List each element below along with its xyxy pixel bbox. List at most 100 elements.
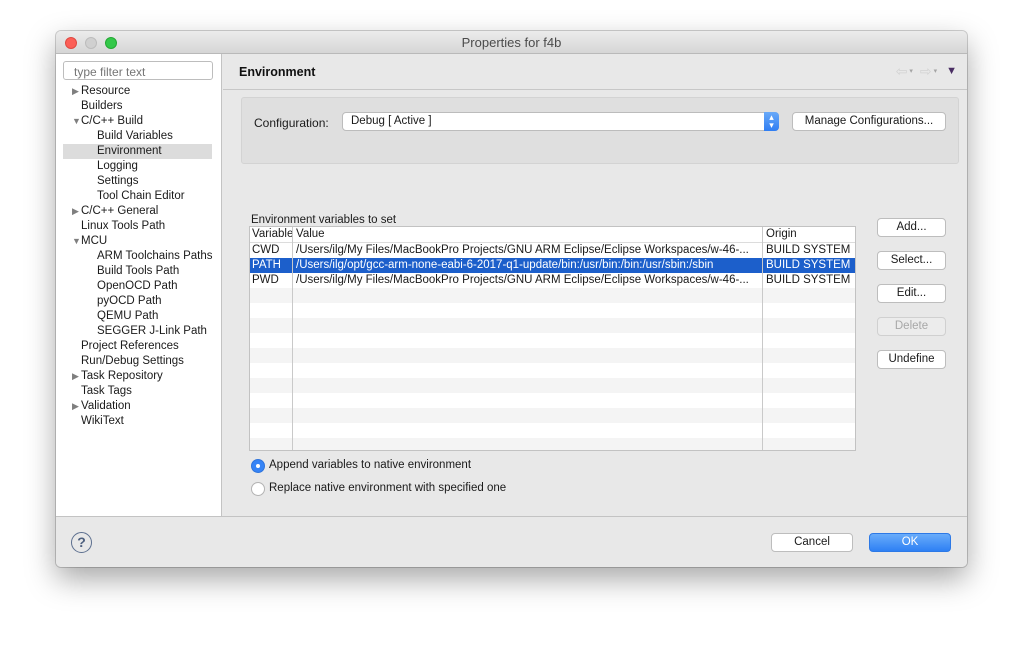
sidebar-item-label: QEMU Path (97, 310, 159, 322)
sidebar-item-label: OpenOCD Path (97, 280, 178, 292)
properties-dialog: Properties for f4b ▶ResourceBuilders▼C/C… (56, 31, 967, 567)
empty-table-row[interactable] (250, 378, 855, 393)
configuration-label: Configuration: (254, 116, 329, 130)
collapsed-triangle-icon[interactable]: ▶ (72, 369, 79, 384)
sidebar-item-build-variables[interactable]: Build Variables (56, 129, 221, 144)
replace-radio[interactable] (251, 482, 265, 496)
append-radio[interactable] (251, 459, 265, 473)
sidebar-item-label: WikiText (81, 415, 124, 427)
expanded-triangle-icon[interactable]: ▼ (72, 114, 81, 129)
sidebar-item-project-references[interactable]: Project References (56, 339, 221, 354)
sidebar-item-builders[interactable]: Builders (56, 99, 221, 114)
sidebar-item-logging[interactable]: Logging (56, 159, 221, 174)
sidebar-item-arm-toolchains-paths[interactable]: ARM Toolchains Paths (56, 249, 221, 264)
sidebar-item-label: MCU (81, 235, 108, 247)
table-row[interactable]: PWD/Users/ilg/My Files/MacBookPro Projec… (250, 273, 855, 288)
empty-table-row[interactable] (250, 363, 855, 378)
dialog-footer: ? Cancel OK (56, 516, 967, 567)
sidebar-item-run-debug-settings[interactable]: Run/Debug Settings (56, 354, 221, 369)
configuration-panel: Configuration: Debug [ Active ] ▴ ▾ Manag… (241, 97, 959, 164)
sidebar-item-label: pyOCD Path (97, 295, 162, 307)
configuration-selected-value: Debug [ Active ] (351, 115, 432, 127)
empty-table-row[interactable] (250, 393, 855, 408)
sidebar-item-label: Task Tags (81, 385, 132, 397)
empty-table-row[interactable] (250, 408, 855, 423)
sidebar-item-task-tags[interactable]: Task Tags (56, 384, 221, 399)
collapsed-triangle-icon[interactable]: ▶ (72, 399, 79, 414)
page-title: Environment (239, 65, 316, 79)
sidebar-item-linux-tools-path[interactable]: Linux Tools Path (56, 219, 221, 234)
filter-input[interactable] (63, 61, 213, 80)
sidebar-item-c-c-build[interactable]: ▼ C/C++ Build (56, 114, 221, 129)
cell-variable: PATH (252, 259, 281, 271)
sidebar-item-wikitext[interactable]: WikiText (56, 414, 221, 429)
empty-table-row[interactable] (250, 318, 855, 333)
cell-value: /Users/ilg/My Files/MacBookPro Projects/… (296, 244, 749, 256)
cell-variable: CWD (252, 244, 280, 256)
empty-table-row[interactable] (250, 288, 855, 303)
sidebar-item-label: Logging (97, 160, 138, 172)
help-icon[interactable]: ? (71, 532, 92, 553)
cancel-button[interactable]: Cancel (771, 533, 853, 552)
sidebar-item-settings[interactable]: Settings (56, 174, 221, 189)
sidebar-item-label: Builders (81, 100, 123, 112)
sidebar-item-label: Tool Chain Editor (97, 190, 185, 202)
sidebar-item-label: Build Tools Path (97, 265, 180, 277)
sidebar-item-tool-chain-editor[interactable]: Tool Chain Editor (56, 189, 221, 204)
empty-table-row[interactable] (250, 303, 855, 318)
back-dropdown-icon[interactable]: ▾ (909, 67, 913, 75)
table-row[interactable]: PATH/Users/ilg/opt/gcc-arm-none-eabi-6-2… (250, 258, 855, 273)
empty-table-row[interactable] (250, 423, 855, 438)
sidebar-item-pyocd-path[interactable]: pyOCD Path (56, 294, 221, 309)
view-menu-icon[interactable]: ▼ (946, 65, 957, 77)
sidebar-item-label: Build Variables (97, 130, 173, 142)
configuration-select[interactable]: Debug [ Active ] ▴ ▾ (342, 112, 779, 131)
edit-button[interactable]: Edit... (877, 284, 946, 303)
sidebar-item-label: Task Repository (81, 370, 163, 382)
empty-table-row[interactable] (250, 348, 855, 363)
sidebar-item-build-tools-path[interactable]: Build Tools Path (56, 264, 221, 279)
ok-button[interactable]: OK (869, 533, 951, 552)
delete-button[interactable]: Delete (877, 317, 946, 336)
select-arrows-icon[interactable]: ▴ ▾ (764, 112, 779, 131)
forward-arrow-icon[interactable]: ⇨ (920, 64, 932, 78)
sidebar-item-environment[interactable]: Environment (63, 144, 212, 159)
table-header: Variable Value Origin (250, 227, 855, 243)
title-bar[interactable]: Properties for f4b (56, 31, 967, 54)
select-button[interactable]: Select... (877, 251, 946, 270)
window-title: Properties for f4b (461, 35, 562, 50)
cell-value: /Users/ilg/opt/gcc-arm-none-eabi-6-2017-… (296, 259, 714, 271)
append-label: Append variables to native environment (269, 459, 472, 471)
sidebar-item-mcu[interactable]: ▼ MCU (56, 234, 221, 249)
sidebar-item-label: C/C++ General (81, 205, 159, 217)
forward-dropdown-icon[interactable]: ▾ (934, 67, 938, 75)
back-arrow-icon[interactable]: ⇦ (896, 64, 908, 78)
expanded-triangle-icon[interactable]: ▼ (72, 234, 81, 249)
sidebar-item-qemu-path[interactable]: QEMU Path (56, 309, 221, 324)
sidebar-item-label: SEGGER J-Link Path (97, 325, 207, 337)
collapsed-triangle-icon[interactable]: ▶ (72, 204, 79, 219)
undefine-button[interactable]: Undefine (877, 350, 946, 369)
sidebar-item-c-c-general[interactable]: ▶ C/C++ General (56, 204, 221, 219)
column-header-origin[interactable]: Origin (764, 227, 855, 242)
sidebar-item-segger-j-link-path[interactable]: SEGGER J-Link Path (56, 324, 221, 339)
sidebar-item-validation[interactable]: ▶ Validation (56, 399, 221, 414)
sidebar-item-openocd-path[interactable]: OpenOCD Path (56, 279, 221, 294)
table-row[interactable]: CWD/Users/ilg/My Files/MacBookPro Projec… (250, 243, 855, 258)
empty-table-row[interactable] (250, 333, 855, 348)
sidebar: ▶ResourceBuilders ▼C/C++ BuildBuild Varia… (56, 54, 222, 516)
manage-configurations-button[interactable]: Manage Configurations... (792, 112, 946, 131)
column-divider[interactable] (292, 227, 293, 450)
env-variables-table[interactable]: Variable Value Origin CWD/Users/ilg/My F… (249, 226, 856, 451)
column-header-variable[interactable]: Variable (250, 227, 293, 242)
content-panel: Environment ⇦ ▾ ⇨ ▾ ▼ Configuration: Deb… (223, 54, 967, 536)
empty-table-row[interactable] (250, 438, 855, 450)
column-divider[interactable] (762, 227, 763, 450)
sidebar-item-task-repository[interactable]: ▶ Task Repository (56, 369, 221, 384)
collapsed-triangle-icon[interactable]: ▶ (72, 84, 79, 99)
property-tree: ▶ Resource Builders ▼ C/C++ Build Build Varia… (56, 84, 221, 429)
column-header-value[interactable]: Value (294, 227, 763, 242)
add-button[interactable]: Add... (877, 218, 946, 237)
sidebar-item-resource[interactable]: ▶ Resource (56, 84, 221, 99)
cell-variable: PWD (252, 274, 279, 286)
